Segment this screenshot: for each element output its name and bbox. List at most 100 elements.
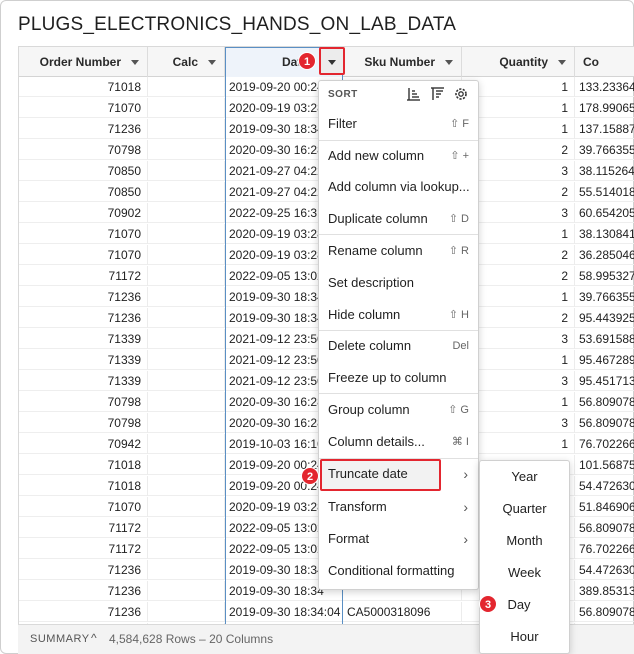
submenu-item-quarter[interactable]: Quarter [480, 493, 569, 525]
col-header-co[interactable]: Co [575, 47, 634, 77]
cell-order-number[interactable]: 71236 [19, 581, 148, 601]
cell-date[interactable]: 2019-09-30 18:34:04 [225, 602, 343, 622]
cell-calc[interactable] [148, 266, 225, 286]
cell-order-number[interactable]: 70942 [19, 434, 148, 454]
menu-item-filter[interactable]: Filter ⇧ F [319, 109, 478, 139]
cell-co[interactable]: 54.4726301 [575, 476, 634, 496]
cell-order-number[interactable]: 71018 [19, 476, 148, 496]
cell-order-number[interactable]: 71070 [19, 245, 148, 265]
cell-calc[interactable] [148, 77, 225, 97]
sort-settings-gear-icon[interactable] [453, 86, 469, 102]
cell-co[interactable]: 95.4439252 [575, 308, 634, 328]
col-header-calc[interactable]: Calc [148, 47, 225, 77]
cell-calc[interactable] [148, 182, 225, 202]
cell-calc[interactable] [148, 308, 225, 328]
cell-calc[interactable] [148, 497, 225, 517]
chevron-down-icon[interactable] [558, 60, 566, 65]
cell-order-number[interactable]: 71339 [19, 350, 148, 370]
cell-order-number[interactable]: 71018 [19, 455, 148, 475]
menu-item-column-details[interactable]: Column details... ⌘ I [319, 427, 478, 457]
cell-calc[interactable] [148, 455, 225, 475]
cell-order-number[interactable]: 70798 [19, 392, 148, 412]
cell-order-number[interactable]: 71236 [19, 308, 148, 328]
sort-descending-icon[interactable] [430, 86, 446, 102]
cell-order-number[interactable]: 71018 [19, 77, 148, 97]
menu-item-format[interactable]: Format › [319, 524, 478, 554]
cell-calc[interactable] [148, 581, 225, 601]
menu-item-rename-column[interactable]: Rename column ⇧ R [319, 236, 478, 266]
cell-co[interactable]: 101.5687585 [575, 455, 634, 475]
cell-calc[interactable] [148, 98, 225, 118]
cell-calc[interactable] [148, 287, 225, 307]
cell-co[interactable]: 389.8531373 [575, 581, 634, 601]
submenu-item-year[interactable]: Year [480, 461, 569, 493]
cell-calc[interactable] [148, 371, 225, 391]
cell-calc[interactable] [148, 329, 225, 349]
cell-calc[interactable] [148, 350, 225, 370]
menu-item-hide-column[interactable]: Hide column ⇧ H [319, 300, 478, 330]
menu-item-conditional-formatting[interactable]: Conditional formatting [319, 556, 478, 586]
cell-order-number[interactable]: 71070 [19, 497, 148, 517]
menu-item-add-column-via-lookup[interactable]: Add column via lookup... [319, 172, 478, 202]
menu-item-delete-column[interactable]: Delete column Del [319, 331, 478, 361]
cell-order-number[interactable]: 70798 [19, 140, 148, 160]
col-header-order-number[interactable]: Order Number [19, 47, 148, 77]
cell-calc[interactable] [148, 203, 225, 223]
menu-item-group-column[interactable]: Group column ⇧ G [319, 395, 478, 425]
cell-co[interactable]: 39.7663551 [575, 287, 634, 307]
cell-calc[interactable] [148, 518, 225, 538]
chevron-up-icon[interactable]: ^ [91, 631, 97, 645]
cell-order-number[interactable]: 71172 [19, 266, 148, 286]
cell-co[interactable]: 60.6542056 [575, 203, 634, 223]
cell-co[interactable]: 95.4672897 [575, 350, 634, 370]
cell-co[interactable]: 95.4517134 [575, 371, 634, 391]
cell-co[interactable]: 56.8090787 [575, 392, 634, 412]
date-column-menu-button[interactable] [319, 47, 345, 75]
cell-calc[interactable] [148, 119, 225, 139]
cell-co[interactable]: 54.4726301 [575, 560, 634, 580]
cell-order-number[interactable]: 71236 [19, 602, 148, 622]
cell-co[interactable]: 56.8090787 [575, 518, 634, 538]
chevron-down-icon[interactable] [131, 60, 139, 65]
cell-order-number[interactable]: 70902 [19, 203, 148, 223]
cell-co[interactable]: 51.8469061 [575, 497, 634, 517]
cell-co[interactable]: 56.8090787 [575, 413, 634, 433]
summary-label[interactable]: SUMMARY [30, 633, 90, 645]
cell-order-number[interactable]: 71070 [19, 98, 148, 118]
chevron-down-icon[interactable] [445, 60, 453, 65]
col-header-sku-number[interactable]: Sku Number [343, 47, 462, 77]
cell-calc[interactable] [148, 245, 225, 265]
cell-calc[interactable] [148, 224, 225, 244]
menu-item-duplicate-column[interactable]: Duplicate column ⇧ D [319, 204, 478, 234]
cell-order-number[interactable]: 70798 [19, 413, 148, 433]
menu-item-truncate-date[interactable]: Truncate date › [319, 459, 478, 489]
chevron-down-icon[interactable] [208, 60, 216, 65]
cell-order-number[interactable]: 71070 [19, 224, 148, 244]
cell-order-number[interactable]: 71236 [19, 560, 148, 580]
sort-ascending-icon[interactable] [406, 86, 422, 102]
cell-order-number[interactable]: 70850 [19, 182, 148, 202]
cell-co[interactable]: 55.5140187 [575, 182, 634, 202]
cell-co[interactable]: 36.2850467 [575, 245, 634, 265]
cell-co[interactable]: 133.2336447 [575, 77, 634, 97]
cell-co[interactable]: 76.7022662 [575, 434, 634, 454]
cell-co[interactable]: 58.9953271 [575, 266, 634, 286]
cell-co[interactable]: 76.7022662 [575, 539, 634, 559]
submenu-item-hour[interactable]: Hour [480, 621, 569, 653]
cell-co[interactable]: 53.6915887 [575, 329, 634, 349]
cell-co[interactable]: 178.9906542 [575, 98, 634, 118]
cell-co[interactable]: 137.1588785 [575, 119, 634, 139]
cell-calc[interactable] [148, 392, 225, 412]
cell-calc[interactable] [148, 560, 225, 580]
cell-co[interactable]: 56.8090787 [575, 602, 634, 622]
cell-sku-number[interactable]: CA5000318096 [343, 602, 462, 622]
menu-item-transform[interactable]: Transform › [319, 492, 478, 522]
menu-item-set-description[interactable]: Set description [319, 268, 478, 298]
submenu-item-month[interactable]: Month [480, 525, 569, 557]
cell-order-number[interactable]: 70850 [19, 161, 148, 181]
cell-order-number[interactable]: 71339 [19, 329, 148, 349]
submenu-item-week[interactable]: Week [480, 557, 569, 589]
cell-order-number[interactable]: 71172 [19, 539, 148, 559]
col-header-quantity[interactable]: Quantity [462, 47, 575, 77]
cell-co[interactable]: 38.1152647 [575, 161, 634, 181]
